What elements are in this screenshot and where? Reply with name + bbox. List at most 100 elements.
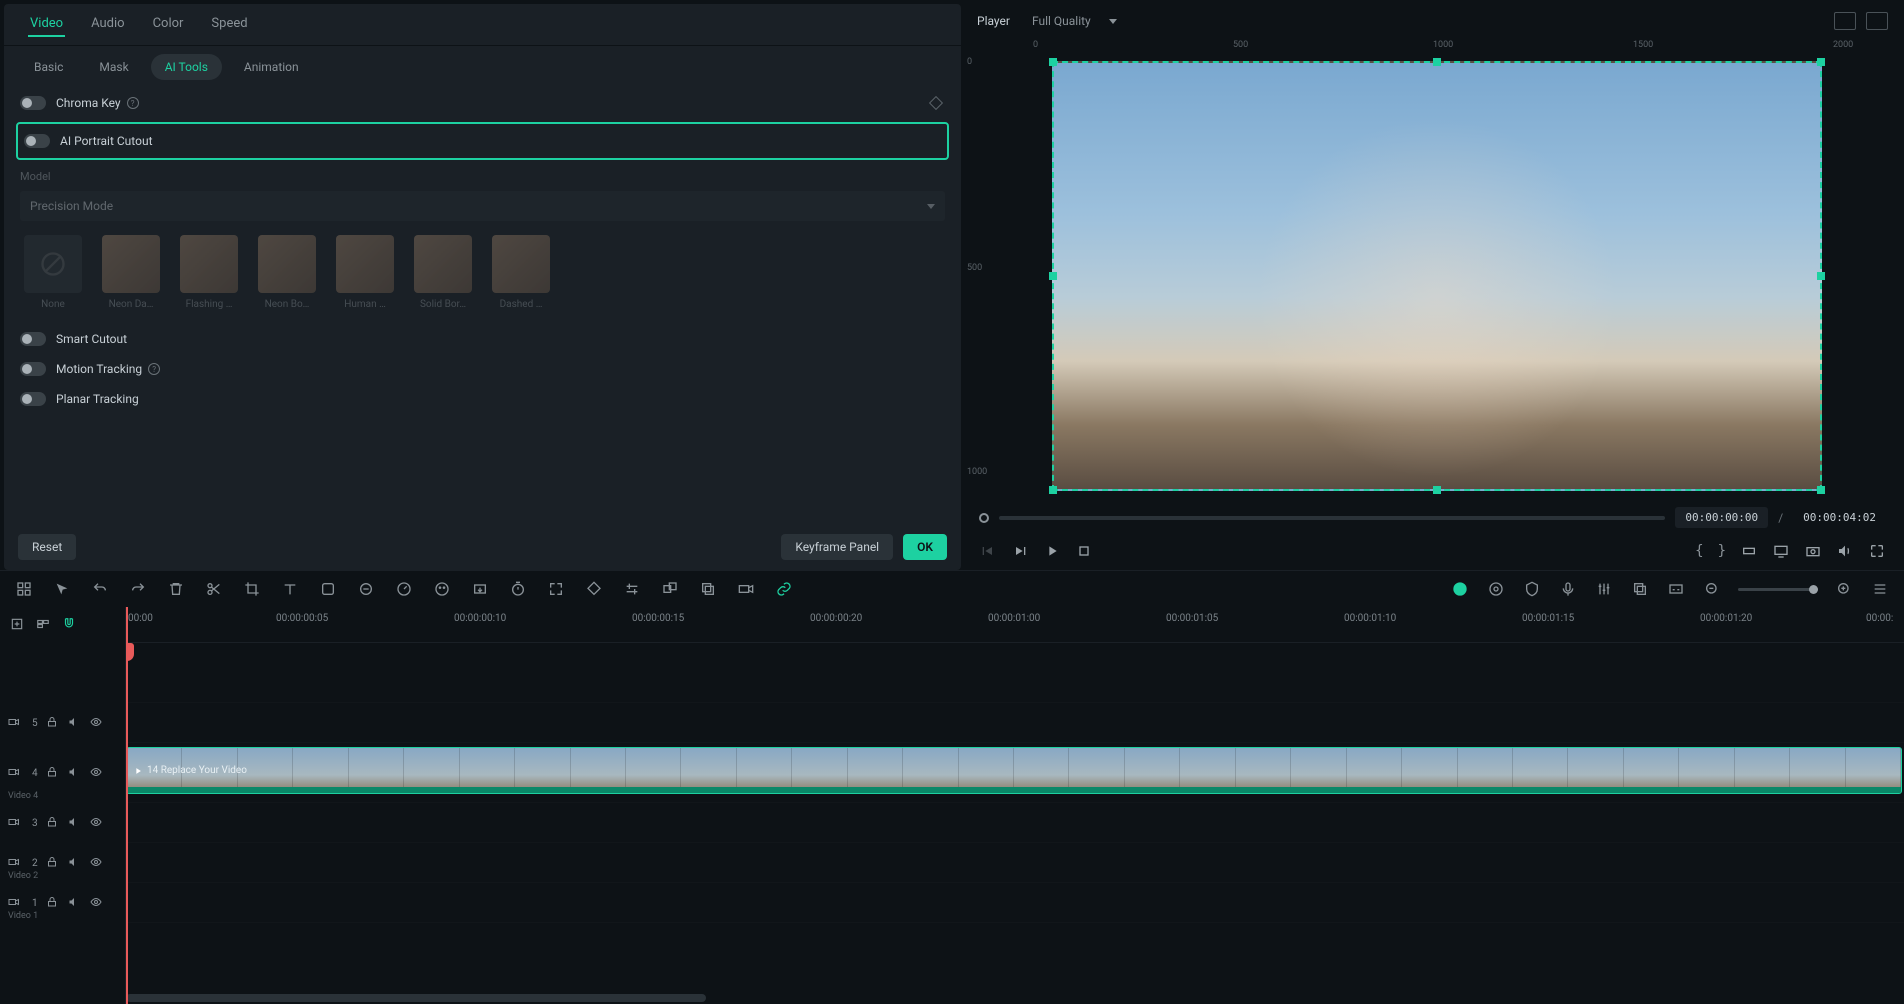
- delete-icon[interactable]: [166, 579, 186, 599]
- adjust-icon[interactable]: [622, 579, 642, 599]
- tracks-area[interactable]: 00:00 00:00:00:05 00:00:00:10 00:00:00:1…: [126, 607, 1904, 1004]
- resize-handle[interactable]: [1049, 272, 1057, 280]
- speed-icon[interactable]: [394, 579, 414, 599]
- target-icon[interactable]: [1486, 579, 1506, 599]
- visibility-icon[interactable]: [90, 816, 104, 830]
- segment-icon[interactable]: [1740, 542, 1758, 560]
- chain-icon[interactable]: [774, 579, 794, 599]
- preset-solid-border[interactable]: Solid Bor…: [410, 235, 476, 310]
- copy-icon[interactable]: [698, 579, 718, 599]
- visibility-icon[interactable]: [90, 766, 104, 780]
- picture-view-icon[interactable]: [1866, 12, 1888, 30]
- subtab-animation[interactable]: Animation: [230, 54, 313, 80]
- group-icon[interactable]: [660, 579, 680, 599]
- prev-frame-icon[interactable]: [979, 542, 997, 560]
- resize-handle[interactable]: [1433, 486, 1441, 494]
- toggle-smart-cutout[interactable]: [20, 332, 46, 346]
- preset-dashed[interactable]: Dashed …: [488, 235, 554, 310]
- info-icon[interactable]: ?: [148, 363, 160, 375]
- track-options-icon[interactable]: [36, 617, 52, 633]
- reset-button[interactable]: Reset: [18, 534, 76, 560]
- video-track-icon[interactable]: [8, 816, 22, 830]
- tag-icon[interactable]: [584, 579, 604, 599]
- preset-neon-dash[interactable]: Neon Da…: [98, 235, 164, 310]
- zoom-slider[interactable]: [1738, 588, 1818, 591]
- tool-chroma-key[interactable]: Chroma Key ?: [16, 88, 949, 118]
- tab-video[interactable]: Video: [28, 12, 65, 37]
- track-lane-4[interactable]: 14 Replace Your Video: [126, 743, 1904, 803]
- tool-planar-tracking[interactable]: Planar Tracking: [16, 384, 949, 414]
- frame-icon[interactable]: [318, 579, 338, 599]
- ai-badge-icon[interactable]: [1450, 579, 1470, 599]
- time-ruler[interactable]: 00:00 00:00:00:05 00:00:00:10 00:00:00:1…: [126, 607, 1904, 643]
- color-icon[interactable]: [432, 579, 452, 599]
- step-forward-icon[interactable]: [1011, 542, 1029, 560]
- preset-none[interactable]: None: [20, 235, 86, 310]
- tool-smart-cutout[interactable]: Smart Cutout: [16, 324, 949, 354]
- visibility-icon[interactable]: [90, 856, 104, 870]
- tab-audio[interactable]: Audio: [89, 12, 126, 37]
- keyframe-diamond-icon[interactable]: [929, 96, 943, 110]
- lock-icon[interactable]: [46, 716, 60, 730]
- video-track-icon[interactable]: [8, 716, 22, 730]
- record-icon[interactable]: [736, 579, 756, 599]
- scrub-track[interactable]: [999, 516, 1665, 520]
- preview-canvas[interactable]: [1052, 61, 1822, 491]
- lock-icon[interactable]: [46, 856, 60, 870]
- undo-icon[interactable]: [90, 579, 110, 599]
- resize-handle[interactable]: [1433, 58, 1441, 66]
- visibility-icon[interactable]: [90, 716, 104, 730]
- mic-icon[interactable]: [1558, 579, 1578, 599]
- snapshot-icon[interactable]: [1804, 542, 1822, 560]
- resize-handle[interactable]: [1817, 486, 1825, 494]
- video-track-icon[interactable]: [8, 896, 22, 910]
- resize-handle[interactable]: [1049, 486, 1057, 494]
- resize-handle[interactable]: [1049, 58, 1057, 66]
- track-head-1[interactable]: 1 Video 1: [0, 883, 125, 923]
- toggle-chroma-key[interactable]: [20, 96, 46, 110]
- link-icon[interactable]: [356, 579, 376, 599]
- zoom-out-icon[interactable]: [1702, 579, 1722, 599]
- video-track-icon[interactable]: [8, 766, 22, 780]
- track-lane-5[interactable]: [126, 703, 1904, 743]
- stop-icon[interactable]: [1075, 542, 1093, 560]
- shield-icon[interactable]: [1522, 579, 1542, 599]
- preset-neon-border[interactable]: Neon Bo…: [254, 235, 320, 310]
- magnet-icon[interactable]: [62, 617, 78, 633]
- track-lane-gap[interactable]: [126, 643, 1904, 703]
- caption-icon[interactable]: [1666, 579, 1686, 599]
- mute-icon[interactable]: [68, 716, 82, 730]
- text-icon[interactable]: [280, 579, 300, 599]
- preset-flashing[interactable]: Flashing …: [176, 235, 242, 310]
- export-frame-icon[interactable]: [470, 579, 490, 599]
- track-lane-1[interactable]: [126, 883, 1904, 923]
- list-icon[interactable]: [1870, 579, 1890, 599]
- toggle-ai-portrait[interactable]: [24, 134, 50, 148]
- tool-ai-portrait-cutout[interactable]: AI Portrait Cutout: [16, 122, 949, 160]
- visibility-icon[interactable]: [90, 896, 104, 910]
- mute-icon[interactable]: [68, 896, 82, 910]
- model-select[interactable]: Precision Mode: [20, 191, 945, 221]
- toggle-planar-tracking[interactable]: [20, 392, 46, 406]
- scrub-playhead-icon[interactable]: [979, 513, 989, 523]
- toggle-motion-tracking[interactable]: [20, 362, 46, 376]
- mute-icon[interactable]: [68, 766, 82, 780]
- tab-color[interactable]: Color: [151, 12, 186, 37]
- track-head-3[interactable]: 3: [0, 803, 125, 843]
- display-icon[interactable]: [1772, 542, 1790, 560]
- track-lane-2[interactable]: [126, 843, 1904, 883]
- tool-motion-tracking[interactable]: Motion Tracking ?: [16, 354, 949, 384]
- tab-speed[interactable]: Speed: [209, 12, 249, 37]
- redo-icon[interactable]: [128, 579, 148, 599]
- track-lane-3[interactable]: [126, 803, 1904, 843]
- track-head-5[interactable]: 5: [0, 703, 125, 743]
- subtab-mask[interactable]: Mask: [85, 54, 142, 80]
- lock-icon[interactable]: [46, 896, 60, 910]
- subtab-basic[interactable]: Basic: [20, 54, 77, 80]
- volume-icon[interactable]: [1836, 542, 1854, 560]
- fit-icon[interactable]: [546, 579, 566, 599]
- crop-icon[interactable]: [242, 579, 262, 599]
- track-head-4[interactable]: 4 Video 4: [0, 743, 125, 803]
- mark-out-icon[interactable]: }: [1718, 543, 1726, 559]
- horizontal-scrollbar[interactable]: [126, 994, 706, 1002]
